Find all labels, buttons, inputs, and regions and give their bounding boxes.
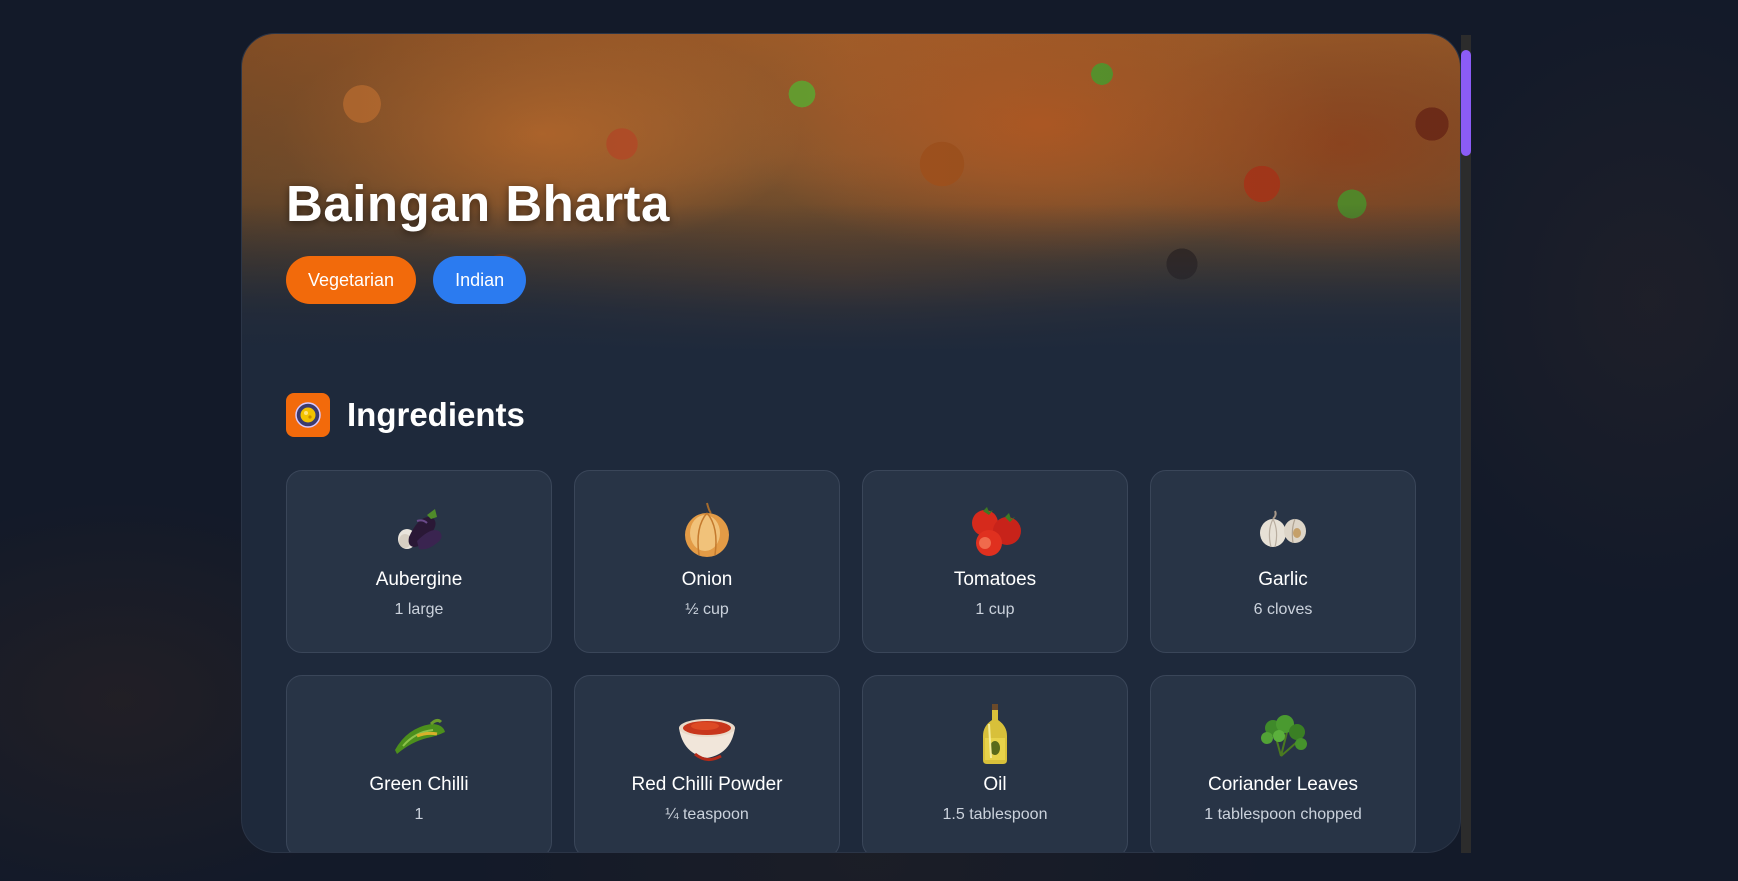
ingredient-name: Onion: [681, 569, 733, 590]
ingredient-name: Green Chilli: [369, 774, 469, 795]
ingredient-quantity: ¼ teaspoon: [665, 806, 749, 823]
ingredient-quantity: 1 large: [394, 601, 444, 618]
ingredient-card-onion[interactable]: Onion ½ cup: [574, 470, 840, 653]
tag-vegetarian[interactable]: Vegetarian: [286, 256, 417, 304]
ingredient-card-coriander-leaves[interactable]: Coriander Leaves 1 tablespoon chopped: [1150, 675, 1416, 852]
oil-bottle-icon: [983, 704, 1007, 764]
red-chilli-powder-icon: [679, 719, 735, 761]
ingredient-card-garlic[interactable]: Garlic 6 cloves: [1150, 470, 1416, 653]
ingredient-name: Tomatoes: [953, 569, 1037, 590]
ingredient-quantity: 6 cloves: [1253, 601, 1313, 618]
ingredient-card-aubergine[interactable]: Aubergine 1 large: [286, 470, 552, 653]
garlic-icon: [1260, 510, 1306, 548]
coriander-leaves-icon: [1261, 715, 1307, 757]
ingredient-card-red-chilli-powder[interactable]: Red Chilli Powder ¼ teaspoon: [574, 675, 840, 852]
plate-icon: [286, 393, 330, 437]
recipe-modal: Baingan Bharta Vegetarian Indian Ingredi…: [241, 33, 1461, 853]
ingredient-name: Aubergine: [375, 569, 463, 590]
ingredient-quantity: ½ cup: [685, 601, 729, 618]
ingredient-name: Red Chilli Powder: [631, 774, 783, 795]
ingredient-name: Coriander Leaves: [1208, 774, 1358, 795]
ingredients-heading: Ingredients: [347, 396, 525, 433]
ingredient-quantity: 1 cup: [975, 601, 1015, 618]
ingredient-name: Garlic: [1258, 569, 1308, 590]
ingredients-grid: Aubergine 1 large Onion ½ cup Tomatoes 1…: [286, 470, 1416, 852]
recipe-title: Baingan Bharta: [286, 175, 670, 232]
aubergine-icon: [398, 509, 442, 550]
ingredient-quantity: 1.5 tablespoon: [942, 806, 1048, 823]
ingredient-card-oil[interactable]: Oil 1.5 tablespoon: [862, 675, 1128, 852]
ingredient-card-tomatoes[interactable]: Tomatoes 1 cup: [862, 470, 1128, 653]
tag-list: Vegetarian Indian: [286, 256, 527, 304]
ingredient-card-green-chilli[interactable]: Green Chilli 1: [286, 675, 552, 852]
ingredient-quantity: 1: [414, 806, 424, 823]
scrollbar-track[interactable]: [1461, 35, 1471, 853]
ingredient-quantity: 1 tablespoon chopped: [1204, 806, 1362, 823]
onion-icon: [685, 502, 729, 557]
green-chilli-icon: [395, 718, 445, 754]
ingredients-header: Ingredients: [286, 393, 525, 437]
ingredient-name: Oil: [983, 774, 1007, 795]
tomatoes-icon: [972, 507, 1021, 556]
tag-indian[interactable]: Indian: [433, 256, 527, 304]
scrollbar-thumb[interactable]: [1461, 50, 1471, 156]
